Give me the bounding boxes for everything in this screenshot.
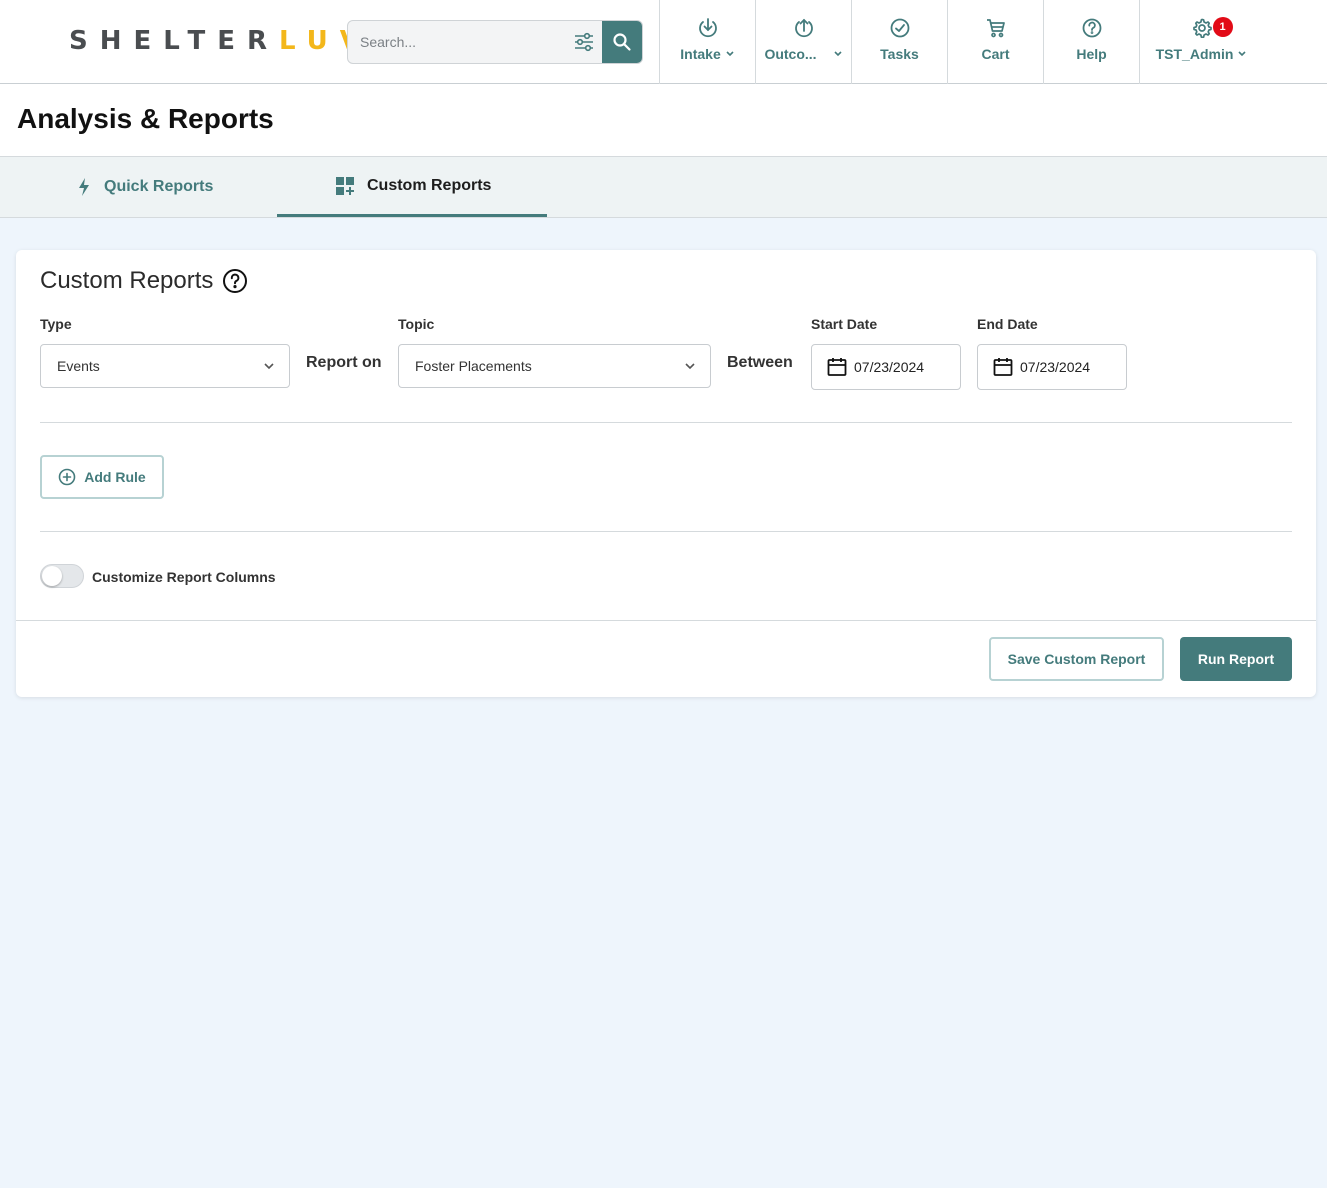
settings-gear-icon: 1 [1191, 16, 1233, 40]
add-rule-button[interactable]: Add Rule [40, 455, 164, 499]
notification-badge: 1 [1212, 17, 1233, 37]
chevron-down-icon [685, 363, 695, 370]
grid-add-icon [336, 176, 354, 195]
shelterluv-logo[interactable]: SHELTERLUV [69, 26, 372, 56]
custom-reports-card: Custom Reports Type Events Report on Top… [16, 250, 1316, 697]
nav-intake[interactable]: Intake [659, 0, 755, 84]
topic-select[interactable]: Foster Placements [398, 344, 711, 388]
chevron-down-icon [726, 51, 734, 57]
divider [40, 422, 1292, 423]
end-date-input[interactable]: 07/23/2024 [977, 344, 1127, 390]
chevron-down-icon [833, 51, 842, 57]
type-select[interactable]: Events [40, 344, 290, 388]
help-circle-icon[interactable] [222, 268, 248, 294]
footer-divider [16, 620, 1316, 621]
nav-admin-menu[interactable]: 1 TST_Admin [1139, 0, 1263, 84]
report-tabs: Quick Reports Custom Reports [0, 156, 1327, 218]
nav-tasks[interactable]: Tasks [851, 0, 947, 84]
lightning-icon [79, 178, 89, 196]
divider [40, 531, 1292, 532]
help-circle-icon [1081, 16, 1103, 40]
tab-custom-reports[interactable]: Custom Reports [277, 157, 547, 217]
topic-label: Topic [398, 316, 435, 332]
intake-arrow-in-icon [697, 16, 719, 40]
search-icon [613, 33, 631, 51]
start-date-input[interactable]: 07/23/2024 [811, 344, 961, 390]
cart-icon [985, 16, 1007, 40]
type-label: Type [40, 316, 72, 332]
nav-help[interactable]: Help [1043, 0, 1139, 84]
nav-cart[interactable]: Cart [947, 0, 1043, 84]
report-on-label: Report on [306, 354, 382, 371]
chevron-down-icon [264, 363, 274, 370]
customize-columns-label: Customize Report Columns [92, 569, 276, 585]
search-input[interactable] [348, 21, 604, 63]
run-report-button[interactable]: Run Report [1180, 637, 1292, 681]
page-title: Analysis & Reports [17, 103, 274, 134]
between-label: Between [727, 354, 793, 371]
calendar-icon [993, 358, 1013, 376]
start-date-label: Start Date [811, 316, 878, 332]
check-circle-icon [889, 16, 911, 40]
nav-outcomes[interactable]: Outco... [755, 0, 851, 84]
save-custom-report-button[interactable]: Save Custom Report [989, 637, 1164, 681]
search-button[interactable] [602, 21, 642, 63]
search-box [347, 20, 643, 64]
outcome-arrow-out-icon [793, 16, 815, 40]
toggle-knob [42, 566, 62, 586]
plus-circle-icon [58, 468, 76, 486]
end-date-label: End Date [977, 316, 1038, 332]
calendar-icon [827, 358, 847, 376]
top-navigation-bar: SHELTERLUV Intake [0, 0, 1327, 84]
main-nav: Intake Outco... Tasks Cart Help 1 TST_Ad… [659, 0, 1263, 84]
tab-quick-reports[interactable]: Quick Reports [76, 157, 213, 217]
chevron-down-icon [1238, 51, 1246, 57]
customize-columns-toggle[interactable] [40, 564, 84, 588]
filter-sliders-icon[interactable] [573, 32, 595, 52]
card-title: Custom Reports [40, 267, 248, 295]
